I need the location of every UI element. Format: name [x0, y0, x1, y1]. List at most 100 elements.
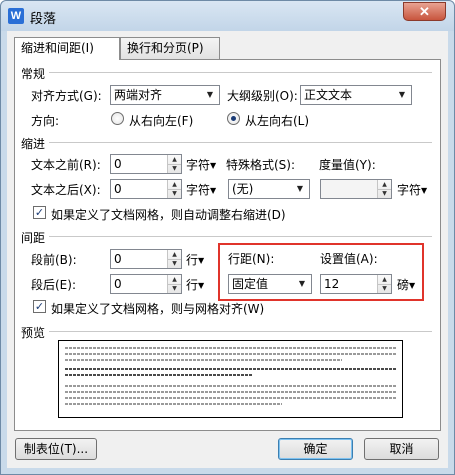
caret-down-icon: ▼ — [210, 186, 217, 195]
spin-down-icon[interactable]: ▼ — [168, 164, 181, 172]
spacing-grid-checkbox[interactable]: ✓ — [33, 300, 46, 313]
spin-up-icon[interactable]: ▲ — [168, 250, 181, 259]
chevron-down-icon: ▼ — [206, 90, 214, 99]
caret-down-icon: ▼ — [409, 281, 416, 290]
indent-group-title: 缩进 — [21, 137, 46, 151]
spinner-buttons[interactable]: ▲ ▼ — [377, 275, 391, 293]
spinner-buttons[interactable]: ▲ ▼ — [167, 275, 181, 293]
preview-line — [65, 368, 396, 370]
preview-line — [65, 391, 396, 393]
cancel-button[interactable]: 取消 — [364, 438, 439, 460]
rtl-radio-label[interactable]: 从右向左(F) — [129, 112, 193, 129]
alignment-select[interactable]: 两端对齐 ▼ — [110, 85, 220, 105]
spacing-grid-checkbox-label[interactable]: 如果定义了文档网格，则与网格对齐(W) — [51, 300, 264, 317]
indent-before-label: 文本之前(R): — [31, 158, 101, 172]
set-value-value: 12 — [324, 277, 340, 291]
tab-indent-spacing[interactable]: 缩进和间距(I) — [14, 37, 120, 60]
outline-level-value: 正文文本 — [304, 88, 353, 102]
indent-before-unit-text: 字符 — [186, 158, 211, 172]
outline-level-label: 大纲级别(O): — [227, 89, 298, 103]
preview-line — [65, 353, 396, 355]
spin-up-icon[interactable]: ▲ — [378, 180, 391, 189]
indent-divider — [49, 142, 432, 143]
line-spacing-value: 固定值 — [232, 277, 269, 291]
tab-line-page-breaks[interactable]: 换行和分页(P) — [120, 37, 220, 59]
spinner-buttons[interactable]: ▲ ▼ — [167, 250, 181, 268]
indent-after-label: 文本之后(X): — [31, 183, 101, 197]
indent-before-unit[interactable]: 字符▼ — [186, 156, 216, 173]
preview-line — [65, 397, 396, 399]
paragraph-dialog: W 段落 ✕ 缩进和间距(I) 换行和分页(P) 常规 对齐方式(G): 两端对… — [0, 0, 455, 475]
wps-writer-icon: W — [8, 8, 24, 24]
spin-up-icon[interactable]: ▲ — [378, 275, 391, 284]
preview-area — [58, 340, 403, 418]
spinner-buttons[interactable]: ▲ ▼ — [377, 180, 391, 198]
rtl-radio[interactable] — [111, 112, 124, 125]
caret-down-icon: ▼ — [421, 186, 428, 195]
spacing-after-value: 0 — [114, 277, 122, 291]
spinner-buttons[interactable]: ▲ ▼ — [167, 180, 181, 198]
set-value-unit[interactable]: 磅▼ — [397, 276, 415, 293]
indent-grid-checkbox-label[interactable]: 如果定义了文档网格，则自动调整右缩进(D) — [51, 206, 286, 223]
preview-line — [65, 347, 396, 349]
special-format-value: (无) — [232, 182, 254, 196]
indent-after-spinner[interactable]: 0 ▲ ▼ — [110, 179, 182, 199]
set-value-unit-text: 磅 — [397, 278, 410, 292]
preview-line — [65, 403, 282, 405]
ltr-radio[interactable] — [227, 112, 240, 125]
direction-label: 方向: — [31, 114, 60, 128]
line-spacing-select[interactable]: 固定值 ▼ — [228, 274, 312, 294]
alignment-label: 对齐方式(G): — [31, 89, 102, 103]
spin-up-icon[interactable]: ▲ — [168, 155, 181, 164]
measure-unit[interactable]: 字符▼ — [397, 181, 427, 198]
spacing-before-unit[interactable]: 行▼ — [186, 251, 204, 268]
spacing-before-unit-text: 行 — [186, 253, 199, 267]
spin-down-icon[interactable]: ▼ — [378, 284, 391, 292]
preview-divider — [49, 331, 432, 332]
measure-spinner[interactable]: ▲ ▼ — [320, 179, 392, 199]
preview-line — [65, 374, 252, 376]
measure-unit-text: 字符 — [397, 183, 422, 197]
set-value-spinner[interactable]: 12 ▲ ▼ — [320, 274, 392, 294]
line-spacing-label: 行距(N): — [228, 252, 275, 266]
dialog-body: 缩进和间距(I) 换行和分页(P) 常规 对齐方式(G): 两端对齐 ▼ 大纲级… — [7, 31, 448, 468]
indent-before-spinner[interactable]: 0 ▲ ▼ — [110, 154, 182, 174]
ok-button[interactable]: 确定 — [278, 438, 353, 460]
spin-up-icon[interactable]: ▲ — [168, 275, 181, 284]
indent-before-value: 0 — [114, 157, 122, 171]
special-format-label: 特殊格式(S): — [226, 158, 296, 172]
preview-line — [65, 385, 396, 387]
spacing-after-spinner[interactable]: 0 ▲ ▼ — [110, 274, 182, 294]
spacing-after-unit-text: 行 — [186, 278, 199, 292]
title-bar[interactable]: W 段落 ✕ — [1, 1, 454, 31]
measure-label: 度量值(Y): — [319, 158, 376, 172]
preview-group-title: 预览 — [21, 326, 46, 340]
spin-down-icon[interactable]: ▼ — [168, 189, 181, 197]
spin-down-icon[interactable]: ▼ — [168, 284, 181, 292]
chevron-down-icon: ▼ — [296, 184, 304, 193]
spin-down-icon[interactable]: ▼ — [168, 259, 181, 267]
general-divider — [49, 72, 432, 73]
indent-after-unit-text: 字符 — [186, 183, 211, 197]
spin-up-icon[interactable]: ▲ — [168, 180, 181, 189]
special-format-select[interactable]: (无) ▼ — [228, 179, 310, 199]
indent-after-unit[interactable]: 字符▼ — [186, 181, 216, 198]
spacing-before-value: 0 — [114, 252, 122, 266]
ltr-radio-label[interactable]: 从左向右(L) — [245, 112, 309, 129]
outline-level-select[interactable]: 正文文本 ▼ — [300, 85, 412, 105]
indent-grid-checkbox[interactable]: ✓ — [33, 206, 46, 219]
chevron-down-icon: ▼ — [398, 90, 406, 99]
dialog-title: 段落 — [30, 12, 57, 27]
general-group-title: 常规 — [21, 67, 46, 81]
close-button[interactable]: ✕ — [403, 2, 446, 21]
spinner-buttons[interactable]: ▲ ▼ — [167, 155, 181, 173]
caret-down-icon: ▼ — [210, 161, 217, 170]
spacing-before-spinner[interactable]: 0 ▲ ▼ — [110, 249, 182, 269]
spacing-group-title: 间距 — [21, 231, 46, 245]
spacing-after-label: 段后(E): — [31, 278, 76, 292]
spacing-after-unit[interactable]: 行▼ — [186, 276, 204, 293]
tab-stops-button[interactable]: 制表位(T)... — [15, 438, 97, 460]
preview-line — [65, 359, 342, 361]
spin-down-icon[interactable]: ▼ — [378, 189, 391, 197]
alignment-value: 两端对齐 — [114, 88, 163, 102]
